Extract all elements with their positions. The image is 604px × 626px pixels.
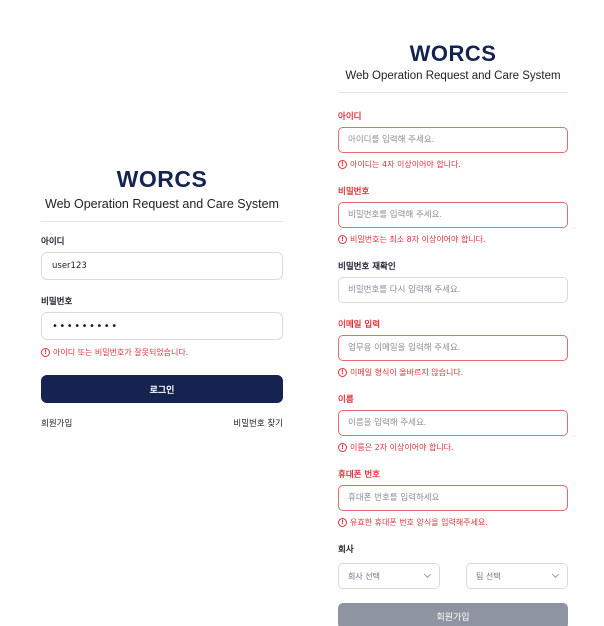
- error-circle-icon: !: [338, 443, 347, 452]
- header-divider: [41, 221, 283, 222]
- error-circle-icon: !: [338, 368, 347, 377]
- signup-phone-error: ! 유효한 휴대폰 번호 양식을 입력해주세요.: [338, 517, 568, 528]
- find-password-link[interactable]: 비밀번호 찾기: [233, 417, 283, 429]
- team-select[interactable]: 팀 선택: [466, 563, 568, 589]
- signup-email-error: ! 이메일 형식이 올바르지 않습니다.: [338, 367, 568, 378]
- signup-phone-error-text: 유효한 휴대폰 번호 양식을 입력해주세요.: [350, 518, 488, 527]
- signup-id-input[interactable]: [338, 127, 568, 153]
- signup-name-error-text: 이름은 2자 이상이어야 합니다.: [350, 443, 454, 452]
- signup-link[interactable]: 회원가입: [41, 417, 72, 429]
- chevron-down-icon: [551, 570, 560, 579]
- signup-company-label: 회사: [338, 545, 354, 555]
- signup-id-error-text: 아이디는 4자 이상이어야 합니다.: [350, 160, 461, 169]
- login-id-input[interactable]: [41, 252, 283, 280]
- login-links: 회원가입 비밀번호 찾기: [41, 417, 283, 429]
- login-error-text: 아이디 또는 비밀번호가 잘못되었습니다.: [53, 348, 189, 357]
- app-subtitle: Web Operation Request and Care System: [345, 70, 561, 82]
- signup-name-input[interactable]: [338, 410, 568, 436]
- signup-panel: WORCS Web Operation Request and Care Sys…: [338, 40, 568, 626]
- signup-name-label: 이름: [338, 395, 354, 405]
- error-circle-icon: !: [338, 518, 347, 527]
- signup-password-input[interactable]: [338, 202, 568, 228]
- company-select-value: 회사 선택: [348, 571, 380, 581]
- company-select[interactable]: 회사 선택: [338, 563, 440, 589]
- signup-id-error: ! 아이디는 4자 이상이어야 합니다.: [338, 159, 568, 170]
- logo: WORCS: [116, 166, 208, 192]
- error-circle-icon: !: [41, 348, 50, 357]
- signup-name-error: ! 이름은 2자 이상이어야 합니다.: [338, 442, 568, 453]
- signup-email-label: 이메일 입력: [338, 320, 381, 330]
- header-divider: [338, 92, 568, 93]
- signup-phone-label: 휴대폰 번호: [338, 470, 381, 480]
- login-panel: WORCS Web Operation Request and Care Sys…: [41, 165, 283, 429]
- signup-id-label: 아이디: [338, 112, 362, 122]
- signup-password-confirm-label: 비밀번호 재확인: [338, 262, 396, 272]
- signup-password-error-text: 비밀번호는 최소 8자 이상이어야 합니다.: [350, 235, 486, 244]
- logo: WORCS: [409, 41, 497, 66]
- team-select-value: 팀 선택: [476, 571, 501, 581]
- error-circle-icon: !: [338, 235, 347, 244]
- company-team-selects: 회사 선택 팀 선택: [338, 563, 568, 589]
- login-button[interactable]: 로그인: [41, 375, 283, 403]
- signup-email-error-text: 이메일 형식이 올바르지 않습니다.: [350, 368, 464, 377]
- error-circle-icon: !: [338, 160, 347, 169]
- signup-email-input[interactable]: [338, 335, 568, 361]
- signup-button[interactable]: 회원가입: [338, 603, 568, 626]
- chevron-down-icon: [423, 570, 432, 579]
- signup-phone-input[interactable]: [338, 485, 568, 511]
- login-error-message: ! 아이디 또는 비밀번호가 잘못되었습니다.: [41, 347, 283, 358]
- app-subtitle: Web Operation Request and Care System: [45, 197, 279, 211]
- login-id-label: 아이디: [41, 237, 65, 247]
- signup-password-label: 비밀번호: [338, 187, 370, 197]
- signup-password-confirm-input[interactable]: [338, 277, 568, 303]
- login-password-input[interactable]: [41, 312, 283, 340]
- signup-password-error: ! 비밀번호는 최소 8자 이상이어야 합니다.: [338, 234, 568, 245]
- login-password-label: 비밀번호: [41, 297, 73, 307]
